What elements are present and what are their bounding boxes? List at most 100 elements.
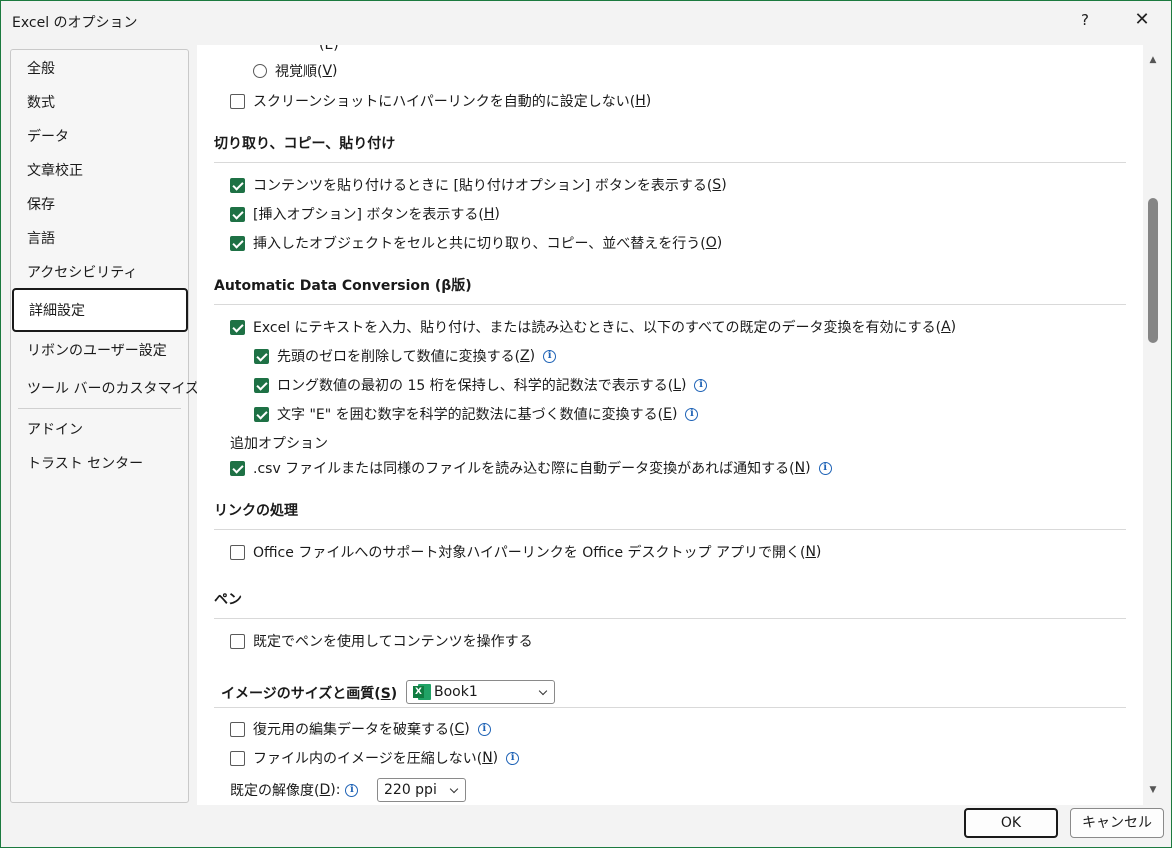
visual-order-radio[interactable]: 視覚順(V) <box>253 60 338 82</box>
checkbox[interactable] <box>230 235 245 251</box>
sidebar-item-language[interactable]: 言語 <box>12 222 187 256</box>
chevron-down-icon <box>449 784 459 794</box>
move-objects-with-cells-option[interactable]: 挿入したオブジェクトをセルと共に切り取り、コピー、並べ替えを行う(O) <box>230 232 722 254</box>
option-label-end: ) <box>716 235 723 251</box>
enable-default-conversions-option[interactable]: Excel にテキストを入力、貼り付け、または読み込むときに、以下のすべての既定… <box>230 316 956 338</box>
option-label-end: ) <box>815 544 822 560</box>
info-icon[interactable]: i <box>818 461 832 475</box>
help-button[interactable]: ? <box>1071 6 1099 34</box>
sidebar-item-save[interactable]: 保存 <box>12 188 187 222</box>
window-title: Excel のオプション <box>12 15 138 31</box>
option-label: 視覚順( <box>275 64 323 80</box>
keep-first-15-digits-option[interactable]: ロング数値の最初の 15 桁を保持し、科学的記数法で表示する(L) i <box>254 374 708 396</box>
scrollbar-thumb[interactable] <box>1148 198 1158 343</box>
checkbox[interactable] <box>230 319 245 335</box>
use-pen-by-default-option[interactable]: 既定でペンを使用してコンテンツを操作する <box>230 630 533 652</box>
section-divider <box>214 618 1126 619</box>
scientific-notation-e-option[interactable]: 文字 "E" を囲む数字を科学的記数法に基づく数値に変換する(E) i <box>254 403 699 425</box>
option-label-end: ) <box>681 377 687 393</box>
options-sidebar: 全般 数式 データ 文章校正 保存 言語 アクセシビリティ 詳細設定 リボンのユ… <box>10 49 199 803</box>
info-icon[interactable]: i <box>506 751 520 765</box>
checkbox[interactable] <box>230 460 245 476</box>
access-key: A <box>941 319 951 335</box>
checkbox[interactable] <box>230 633 245 649</box>
sidebar-item-advanced[interactable]: 詳細設定 <box>12 288 188 332</box>
option-label-end: ) <box>950 319 957 335</box>
workbook-select-value: Book1 <box>434 684 478 700</box>
option-label-end: ) <box>671 406 678 422</box>
checkbox[interactable] <box>230 544 245 560</box>
checkbox[interactable] <box>254 348 269 364</box>
excel-icon-letter: X <box>413 686 424 698</box>
option-label: Excel にテキストを入力、貼り付け、または読み込むときに、以下のすべての既定… <box>253 320 942 336</box>
sidebar-item-accessibility[interactable]: アクセシビリティ <box>12 256 187 290</box>
sidebar-item-proofing[interactable]: 文章校正 <box>12 154 187 188</box>
checkbox[interactable] <box>230 750 245 766</box>
sidebar-item-customize-ribbon[interactable]: リボンのユーザー設定 <box>12 334 187 368</box>
cancel-button[interactable]: キャンセル <box>1070 808 1164 838</box>
open-links-in-desktop-option[interactable]: Office ファイルへのサポート対象ハイパーリンクを Office デスクトッ… <box>230 541 821 563</box>
info-icon[interactable]: i <box>477 722 491 736</box>
discard-editing-data-option[interactable]: 復元用の編集データを破棄する(C) i <box>230 718 491 740</box>
info-icon[interactable]: i <box>694 378 708 392</box>
option-label-end: ) <box>464 721 470 737</box>
option-label: スクリーンショットにハイパーリンクを自動的に設定しない( <box>253 94 636 110</box>
access-key: H <box>483 206 495 222</box>
option-label-end: ) <box>494 206 500 222</box>
option-label: [挿入オプション] ボタンを表示する( <box>253 207 484 223</box>
options-dialog: Excel のオプション ? ✕ 全般 数式 データ 文章校正 保存 言語 アク… <box>0 0 1172 848</box>
sidebar-item-addins[interactable]: アドイン <box>12 413 187 447</box>
section-title-auto-data-conversion: Automatic Data Conversion (β版) <box>214 278 472 294</box>
section-title-cut-copy-paste: 切り取り、コピー、貼り付け <box>214 136 396 152</box>
checkbox[interactable] <box>254 377 269 393</box>
info-icon[interactable]: i <box>685 407 699 421</box>
access-key: V <box>322 63 333 79</box>
option-label-end: ) <box>529 348 536 364</box>
radio-button[interactable] <box>253 64 267 78</box>
paste-options-button-option[interactable]: コンテンツを貼り付けるときに [貼り付けオプション] ボタンを表示する(S) <box>230 174 727 196</box>
section-divider <box>214 304 1126 305</box>
scroll-up-arrow[interactable]: ▲ <box>1147 55 1159 65</box>
info-icon[interactable]: i <box>345 783 359 797</box>
section-title-text: イメージのサイズと画質( <box>221 686 381 702</box>
option-label: ファイル内のイメージを圧縮しない( <box>253 751 483 767</box>
screenshot-hyperlink-option[interactable]: スクリーンショットにハイパーリンクを自動的に設定しない(H) <box>230 90 651 112</box>
option-label: 既定でペンを使用してコンテンツを操作する <box>253 634 533 650</box>
partial-option-text: (E) <box>319 45 339 53</box>
access-key: D <box>319 782 331 798</box>
checkbox[interactable] <box>230 93 245 109</box>
scroll-down-arrow[interactable]: ▼ <box>1147 785 1159 795</box>
checkbox[interactable] <box>230 177 245 193</box>
info-icon[interactable]: i <box>543 349 557 363</box>
remove-leading-zeros-option[interactable]: 先頭のゼロを削除して数値に変換する(Z) i <box>254 345 557 367</box>
sidebar-item-data[interactable]: データ <box>12 120 187 154</box>
insert-options-button-option[interactable]: [挿入オプション] ボタンを表示する(H) <box>230 203 500 225</box>
option-label-end: ) <box>645 93 652 109</box>
option-label: Office ファイルへのサポート対象ハイパーリンクを Office デスクトッ… <box>253 545 806 561</box>
do-not-compress-images-option[interactable]: ファイル内のイメージを圧縮しない(N) i <box>230 747 520 769</box>
resolution-select-value: 220 ppi <box>384 782 437 798</box>
option-label-end: ): <box>330 782 341 798</box>
default-resolution-select[interactable]: 220 ppi <box>377 778 466 802</box>
option-label-end: ) <box>805 460 811 476</box>
workbook-select[interactable]: X Book1 <box>406 680 555 704</box>
sidebar-item-formulas[interactable]: 数式 <box>12 86 187 120</box>
checkbox[interactable] <box>230 721 245 737</box>
sidebar-item-general[interactable]: 全般 <box>12 52 187 86</box>
csv-notify-option[interactable]: .csv ファイルまたは同様のファイルを読み込む際に自動データ変換があれば通知す… <box>230 457 832 479</box>
option-label: 復元用の編集データを破棄する( <box>253 722 455 738</box>
close-button[interactable]: ✕ <box>1127 6 1157 34</box>
checkbox[interactable] <box>254 406 269 422</box>
sidebar-item-quick-access-toolbar[interactable]: ツール バーのカスタマイズ <box>12 372 199 406</box>
access-key: N <box>482 750 493 766</box>
sidebar-item-trust-center[interactable]: トラスト センター <box>12 447 187 481</box>
option-label: 既定の解像度( <box>230 783 320 799</box>
access-key: S <box>712 177 722 193</box>
section-divider <box>214 529 1126 530</box>
option-label: 先頭のゼロを削除して数値に変換する( <box>277 349 521 365</box>
checkbox[interactable] <box>230 206 245 222</box>
section-title-image-size-quality: イメージのサイズと画質(S) <box>221 683 397 703</box>
option-label-end: ) <box>332 63 338 79</box>
section-title-end: ) <box>390 686 398 702</box>
ok-button[interactable]: OK <box>964 808 1058 838</box>
